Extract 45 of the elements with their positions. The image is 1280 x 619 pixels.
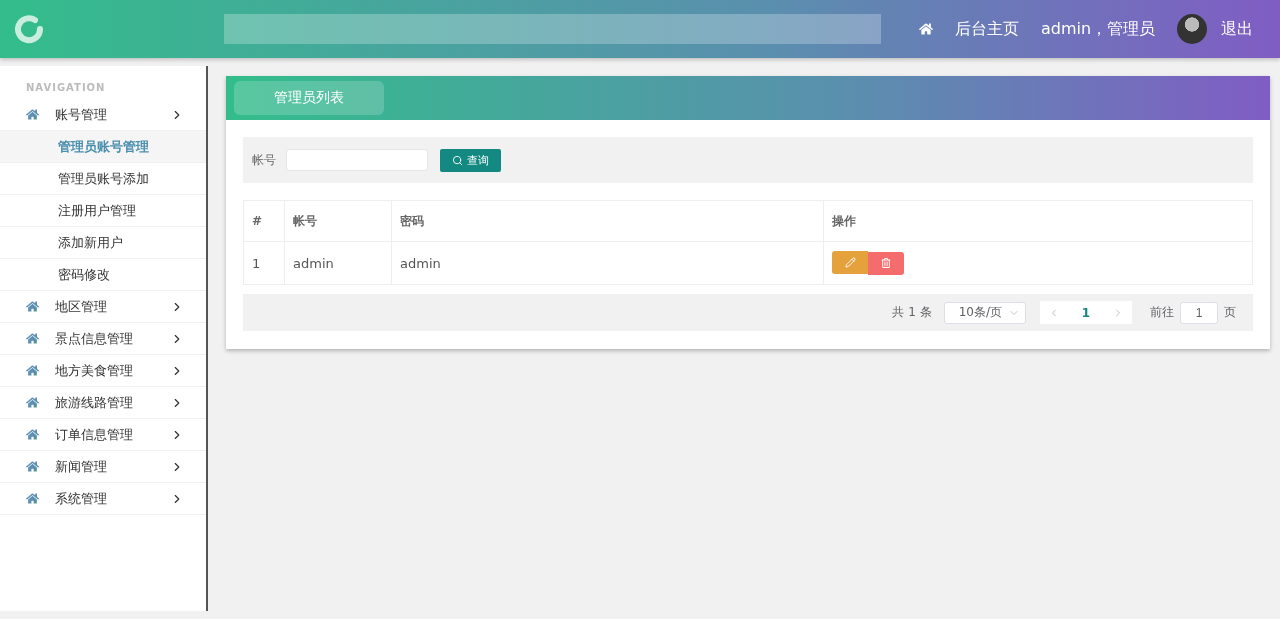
home-icon <box>26 364 39 377</box>
home-icon <box>26 332 39 345</box>
column-header: 密码 <box>391 200 824 242</box>
search-icon <box>452 154 463 166</box>
home-icon <box>26 396 39 409</box>
page-size-select[interactable]: 10条/页 <box>943 301 1026 324</box>
card-title: 管理员列表 <box>234 81 384 115</box>
home-icon[interactable] <box>919 22 933 36</box>
logo-icon <box>14 14 44 44</box>
delete-button[interactable] <box>868 251 904 275</box>
sidebar-item[interactable]: 系统管理 <box>0 483 206 515</box>
total-count: 共 1 条 <box>892 304 932 321</box>
home-icon <box>26 460 39 473</box>
sidebar-item[interactable]: 新闻管理 <box>0 451 206 483</box>
header-search-field[interactable] <box>224 14 881 44</box>
avatar[interactable] <box>1177 14 1208 44</box>
goto-page-field[interactable]: 1 <box>1180 301 1218 324</box>
account-input-field[interactable] <box>286 149 428 171</box>
search-button[interactable]: 查询 <box>440 148 501 172</box>
column-header: # <box>243 200 285 242</box>
header-link[interactable]: 退出 <box>1221 18 1254 40</box>
column-header: 帐号 <box>284 200 392 242</box>
home-icon <box>26 428 39 441</box>
home-icon <box>26 492 39 505</box>
table-cell: admin <box>284 241 392 285</box>
navigation-heading: NAVIGATION <box>25 82 107 95</box>
table-cell: admin <box>391 241 824 285</box>
page-number[interactable]: 1 <box>1081 305 1090 320</box>
header-link[interactable]: 后台主页 <box>955 18 1019 40</box>
pencil-icon <box>844 257 856 269</box>
home-icon <box>26 108 39 121</box>
home-icon <box>26 300 39 313</box>
goto-label: 前往 <box>1150 304 1174 321</box>
header-link[interactable]: admin，管理员 <box>1041 18 1156 40</box>
trash-icon <box>881 258 891 269</box>
table-cell: 1 <box>243 241 285 285</box>
sidebar-item[interactable]: 旅游线路管理 <box>0 387 206 419</box>
edit-button[interactable] <box>832 251 868 275</box>
search-label: 帐号 <box>252 151 276 169</box>
sidebar-item[interactable]: 订单信息管理 <box>0 419 206 451</box>
sidebar-item[interactable]: 景点信息管理 <box>0 323 206 355</box>
page-suffix: 页 <box>1224 304 1236 321</box>
column-header: 操作 <box>823 200 1253 242</box>
sidebar-item[interactable]: 地区管理 <box>0 291 206 323</box>
sidebar-item[interactable]: 地方美食管理 <box>0 355 206 387</box>
